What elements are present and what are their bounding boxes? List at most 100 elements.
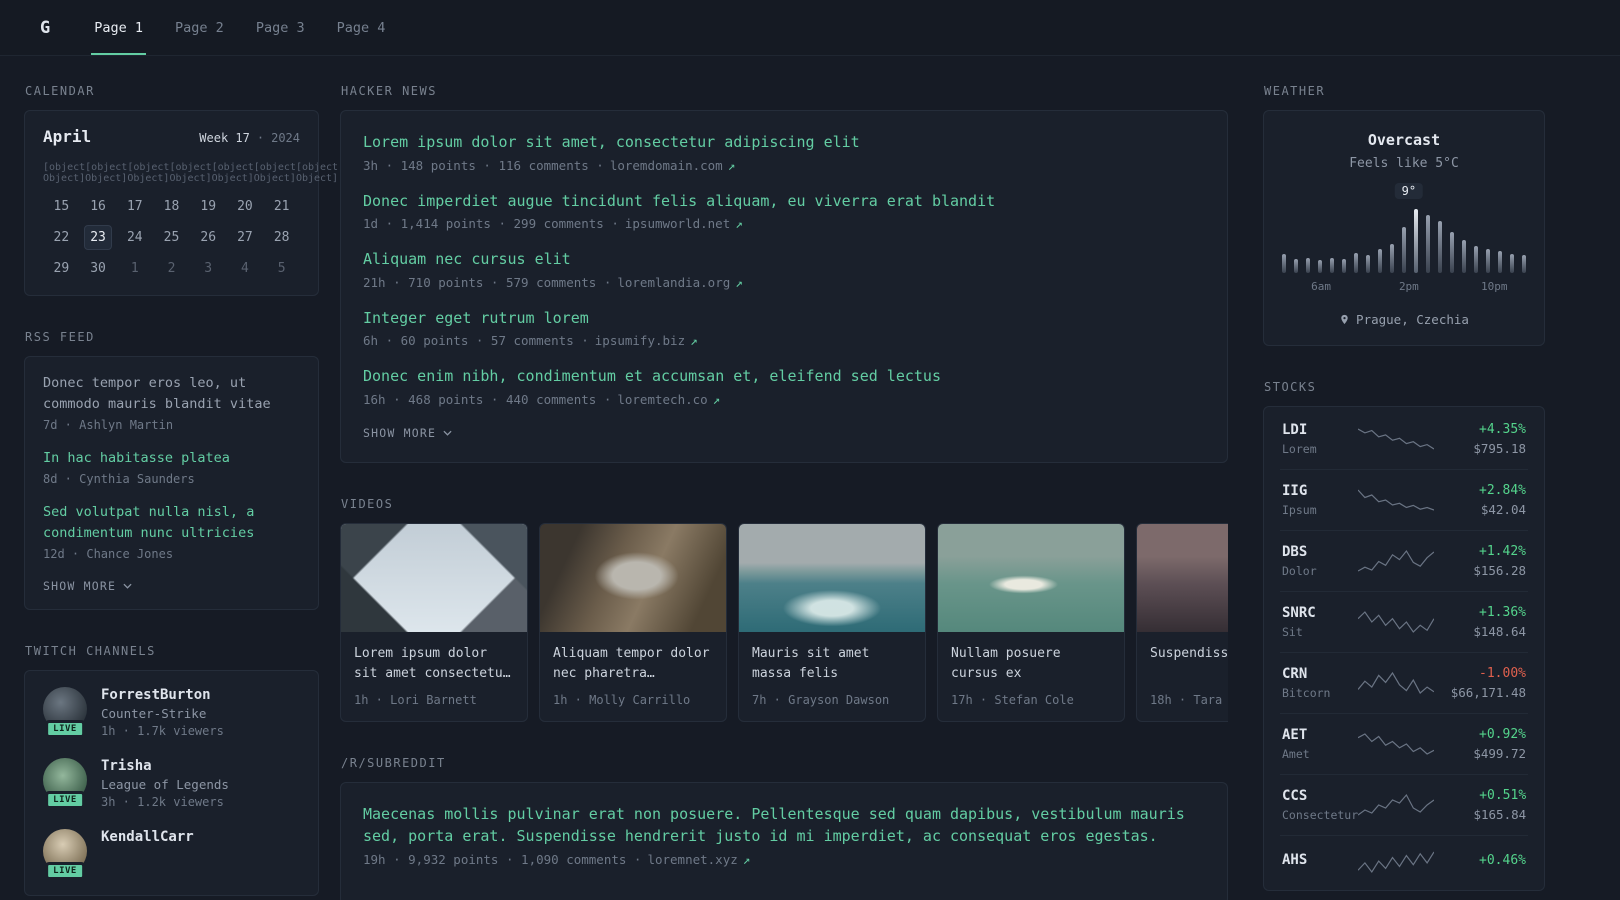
chevron-down-icon [443,430,452,436]
stock-symbol: IIG [1282,483,1308,499]
rss-item: In hac habitasse platea 8d · Cynthia Sau… [43,448,300,486]
hn-show-more-button[interactable]: SHOW MORE [363,424,452,442]
hn-story: Aliquam nec cursus elit 21h · 710 points… [363,248,1205,290]
story-title-link[interactable]: Aliquam nec cursus elit [363,248,1205,271]
weather-time-label: 10pm [1481,280,1508,293]
weather-bar [1366,255,1370,273]
weather-bar [1390,243,1394,273]
stock-row[interactable]: IIG Ipsum +2.84% $42.04 [1280,469,1528,530]
video-card[interactable]: Aliquam tempor dolor nec pharetra… 1h · … [539,522,727,722]
stock-name: Dolor [1282,564,1317,578]
video-thumbnail [341,523,527,632]
story-meta: 6h · 60 points · 57 comments · ipsumify.… [363,333,1205,348]
rss-item-meta: 8d · Cynthia Saunders [43,471,195,486]
app-logo[interactable]: G [40,18,50,38]
story-domain-link[interactable]: ipsumworld.net ↗ [625,216,743,231]
calendar-day: 24 [126,230,143,245]
page-tab[interactable]: Page 4 [334,0,389,55]
story-domain-link[interactable]: loremtech.co ↗ [617,392,720,407]
rss-header: RSS FEED [25,330,95,344]
subreddit-header: /R/SUBREDDIT [341,755,446,770]
stock-row[interactable]: AET Amet +0.92% $499.72 [1280,713,1528,774]
channel-name: ForrestBurton [101,686,211,703]
video-meta: 17h · Stefan Cole [951,692,1074,707]
calendar-day: 18 [163,199,180,214]
stock-price: $66,171.48 [1450,685,1526,700]
hn-story: Integer eget rutrum lorem 6h · 60 points… [363,307,1205,349]
stock-change: -1.00% [1479,666,1526,681]
stock-row[interactable]: LDI Lorem +4.35% $795.18 [1280,409,1528,469]
stock-values: +0.92% $499.72 [1434,727,1526,761]
calendar-month: April [43,127,92,146]
calendar-day: 5 [277,261,286,276]
stock-row[interactable]: SNRC Sit +1.36% $148.64 [1280,591,1528,652]
stock-row[interactable]: DBS Dolor +1.42% $156.28 [1280,530,1528,591]
calendar-day: 27 [237,230,253,245]
stock-name: Lorem [1282,442,1317,456]
rss-item: Sed volutpat nulla nisl, a condimentum n… [43,502,300,561]
story-title-link[interactable]: Lorem ipsum dolor sit amet, consectetur … [363,131,1205,154]
stock-row[interactable]: CRN Bitcorn -1.00% $66,171.48 [1280,652,1528,713]
video-card[interactable]: Mauris sit amet massa felis 7h · Grayson… [738,522,926,722]
stock-name: Sit [1282,625,1303,639]
stock-price: $148.64 [1473,624,1526,639]
channel-game: Counter-Strike [101,705,207,721]
story-domain-link[interactable]: loremlandia.org ↗ [617,275,742,290]
video-card[interactable]: Suspendisse diam 18h · Tara [1136,522,1228,722]
videos-widget: VIDEOS Lorem ipsum dolor sit amet consec… [340,497,1228,722]
story-title-link[interactable]: Integer eget rutrum lorem [363,307,1205,330]
weather-bar [1498,251,1502,273]
post-title-link[interactable]: Maecenas mollis pulvinar erat non posuer… [363,803,1205,848]
video-meta: 7h · Grayson Dawson [752,692,890,707]
left-column: CALENDAR April Week 17 · 2024 [object Ob… [24,84,338,900]
calendar-week-number: Week 17 [199,131,250,145]
story-title-link[interactable]: Donec enim nibh, condimentum et accumsan… [363,365,1205,388]
post-meta: 19h · 9,932 points · 1,090 comments · lo… [363,852,1205,867]
video-card[interactable]: Nullam posuere cursus ex 17h · Stefan Co… [937,522,1125,722]
twitch-channel[interactable]: LIVE Trisha League of Legends 3h · 1.2k … [43,757,300,809]
calendar-day: 2 [167,261,176,276]
weather-bar [1378,248,1382,273]
stock-values: +4.35% $795.18 [1434,422,1526,456]
calendar-widget: CALENDAR April Week 17 · 2024 [object Ob… [24,84,338,296]
calendar-week-year: Week 17 · 2024 [199,131,300,145]
story-domain-link[interactable]: ipsumify.biz ↗ [595,333,698,348]
twitch-channel[interactable]: LIVE ForrestBurton Counter-Strike 1h · 1… [43,686,300,738]
weather-bar [1306,257,1310,273]
rss-show-more-button[interactable]: SHOW MORE [43,577,132,595]
calendar-day: 28 [273,230,290,245]
channel-info: ForrestBurton Counter-Strike 1h · 1.7k v… [101,687,224,738]
weather-widget: WEATHER Overcast Feels like 5°C 9° 6am 2p… [1263,84,1545,346]
external-link-icon: ↗ [735,216,743,231]
stock-values: +2.84% $42.04 [1434,483,1526,517]
stock-row[interactable]: CCS Consectetur +0.51% $165.84 [1280,774,1528,835]
weather-bar [1486,248,1490,273]
stock-id: DBS Dolor [1282,544,1358,578]
stock-id: AET Amet [1282,727,1358,761]
rss-item-title-link[interactable]: Donec tempor eros leo, ut commodo mauris… [43,373,300,415]
video-title: Suspendisse diam [1150,645,1228,661]
rss-item-title-link[interactable]: Sed volutpat nulla nisl, a condimentum n… [43,502,300,544]
calendar-day: 19 [200,199,217,214]
story-domain-link[interactable]: loremdomain.com ↗ [610,158,735,173]
weather-time-axis: 6am 2pm 10pm [1282,280,1526,296]
calendar-day: 3 [204,261,213,276]
subreddit-widget: /R/SUBREDDIT Maecenas mollis pulvinar er… [340,756,1228,900]
stock-row[interactable]: AHS +0.46% [1280,835,1528,888]
middle-column: HACKER NEWS Lorem ipsum dolor sit amet, … [340,84,1228,900]
post-domain-link[interactable]: loremnet.xyz ↗ [647,852,750,867]
post-domain: loremnet.xyz [647,851,738,867]
page-tab[interactable]: Page 2 [172,0,227,55]
rss-item-meta: 7d · Ashlyn Martin [43,417,174,432]
live-badge: LIVE [45,719,85,738]
stock-id: LDI Lorem [1282,422,1358,456]
stock-change: +0.51% [1479,788,1527,803]
videos-header: VIDEOS [341,496,394,511]
story-title-link[interactable]: Donec imperdiet augue tincidunt felis al… [363,190,1205,213]
rss-item-title-link[interactable]: In hac habitasse platea [43,448,300,469]
twitch-channel[interactable]: LIVE KendallCarr [43,828,300,880]
calendar-days-grid: 15 16 17 18 19 20 21 22 23 24 25 26 27 28 29 30 1 2 3 4 5 [43,194,300,281]
page-tab[interactable]: Page 3 [253,0,308,55]
page-tab[interactable]: Page 1 [91,0,147,55]
video-card[interactable]: Lorem ipsum dolor sit amet consectetu… 1… [340,522,528,722]
